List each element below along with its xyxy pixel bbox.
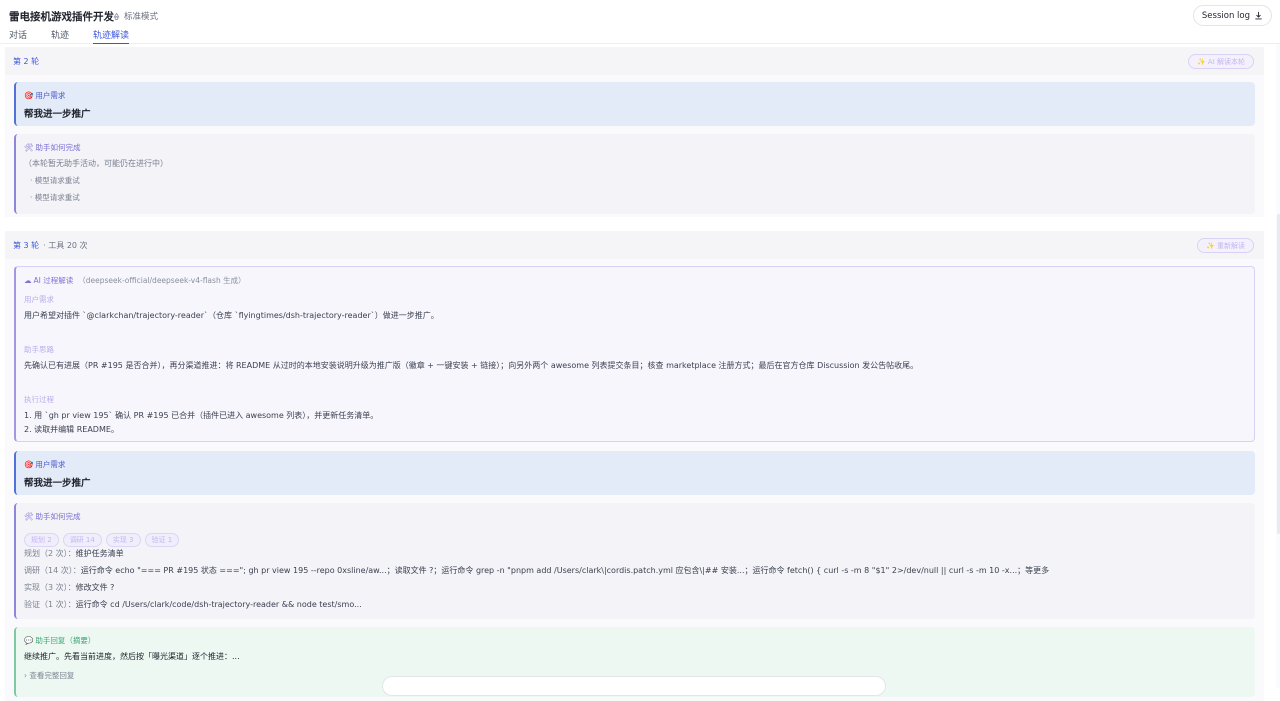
app-title: 雷电接机游戏插件开发 <box>9 11 114 23</box>
phase-line: 验证（1 次）：运行命令 cd /Users/clark/code/dsh-tr… <box>24 600 362 609</box>
chip-plan[interactable]: 规划 2 <box>24 533 59 547</box>
composer-bar[interactable] <box>382 676 886 696</box>
user-need-title: 用户需求 <box>24 295 54 304</box>
round-title: 第 2 轮 <box>13 56 40 66</box>
top-header: 雷电接机游戏插件开发 标准模式 对话 轨迹 轨迹解读 Session log <box>0 0 1280 44</box>
assistant-how-label: 🛠 助手如何完成 <box>24 143 81 152</box>
target-icon: 🎯 <box>24 460 34 469</box>
user-request-text: 帮我进一步推广 <box>24 478 91 489</box>
process-step: 2. 读取并编辑 README。 <box>24 425 119 434</box>
thinking-title: 助手思路 <box>24 345 54 354</box>
view-tabs: 对话 轨迹 轨迹解读 <box>9 28 130 44</box>
round-2-header: 第 2 轮 ✨ AI 解读本轮 <box>5 47 1264 75</box>
phase-line: 实现（3 次）：修改文件 ? <box>24 583 115 592</box>
round-3: 第 3 轮 · 工具 20 次 ✨ 重新解读 ☁ AI 过程解读 （deepsee… <box>5 231 1264 701</box>
model-note: （deepseek-official/deepseek-v4-flash 生成） <box>78 276 246 285</box>
activity-note: （本轮暂无助手活动，可能仍在进行中） <box>24 159 168 168</box>
user-request-card: 🎯 用户需求 帮我进一步推广 <box>14 82 1255 126</box>
session-log-label: Session log <box>1201 10 1250 21</box>
ai-analysis-card: ☁ AI 过程解读 （deepseek-official/deepseek-v4-… <box>14 266 1255 442</box>
user-request-label: 🎯 用户需求 <box>24 460 66 469</box>
ai-analyze-round-button[interactable]: ✨ AI 解读本轮 <box>1187 54 1254 69</box>
user-request-label: 🎯 用户需求 <box>24 91 66 100</box>
recycle-icon <box>113 12 120 20</box>
phase-chips: 规划 2 调研 14 实现 3 验证 1 <box>24 527 183 547</box>
user-request-card: 🎯 用户需求 帮我进一步推广 <box>14 451 1255 495</box>
process-step: 1. 用 `gh pr view 195` 确认 PR #195 已合并（插件已… <box>24 411 379 420</box>
session-log-button[interactable]: Session log <box>1192 5 1272 26</box>
target-icon: 🎯 <box>24 91 34 100</box>
tab-trajectory-analysis[interactable]: 轨迹解读 <box>93 28 130 44</box>
thinking-text: 先确认已有进展（PR #195 是否合并），再分渠道推进：将 README 从过… <box>24 361 919 370</box>
round-title: 第 3 轮 <box>13 240 40 250</box>
assistant-how-label: 🛠 助手如何完成 <box>24 512 81 521</box>
view-full-reply-link[interactable]: › 查看完整回复 <box>24 670 74 681</box>
tools-icon: 🛠 <box>24 143 34 152</box>
round-3-header: 第 3 轮 · 工具 20 次 ✨ 重新解读 <box>5 231 1264 259</box>
phase-line: 规划（2 次）：维护任务清单 <box>24 549 124 558</box>
tool-count: · 工具 20 次 <box>43 240 88 250</box>
assistant-how-card: 🛠 助手如何完成 （本轮暂无助手活动，可能仍在进行中） · 模型请求重试 · 模型… <box>14 134 1255 214</box>
process-title: 执行过程 <box>24 395 54 404</box>
user-need-text: 用户希望对插件 `@clarkchan/trajectory-reader`（仓… <box>24 311 439 320</box>
chip-research[interactable]: 调研 14 <box>62 533 102 547</box>
mode-indicator[interactable]: 标准模式 <box>112 10 158 22</box>
phase-line: 调研（14 次）：运行命令 echo "=== PR #195 状态 ===";… <box>24 566 1050 575</box>
ai-analysis-label: ☁ AI 过程解读 （deepseek-official/deepseek-v4-… <box>24 276 246 285</box>
tools-icon: 🛠 <box>24 512 34 521</box>
download-icon <box>1255 11 1262 20</box>
tab-trajectory[interactable]: 轨迹 <box>51 28 69 44</box>
user-request-text: 帮我进一步推广 <box>24 109 91 120</box>
chat-icon: 💬 <box>24 636 34 645</box>
retry-item: · 模型请求重试 <box>30 176 80 185</box>
reply-summary: 继续推广。先看当前进度，然后按「曝光渠道」逐个推进：... <box>24 652 240 661</box>
cloud-icon: ☁ <box>24 276 32 285</box>
mode-label: 标准模式 <box>124 12 159 22</box>
tab-dialog[interactable]: 对话 <box>9 28 27 44</box>
retry-item: · 模型请求重试 <box>30 193 80 202</box>
round-2: 第 2 轮 ✨ AI 解读本轮 🎯 用户需求 帮我进一步推广 🛠 助手如何完成 （本… <box>5 47 1264 217</box>
assistant-reply-label: 💬 助手回复（摘要） <box>24 636 96 645</box>
assistant-how-card: 🛠 助手如何完成 规划 2 调研 14 实现 3 验证 1 规划（2 次）：维护任务清单… <box>14 503 1255 619</box>
reanalyze-button[interactable]: ✨ 重新解读 <box>1197 238 1254 253</box>
chip-verify[interactable]: 验证 1 <box>144 533 180 547</box>
scrollbar-track[interactable] <box>1276 44 1280 688</box>
chip-implement[interactable]: 实现 3 <box>105 533 141 547</box>
